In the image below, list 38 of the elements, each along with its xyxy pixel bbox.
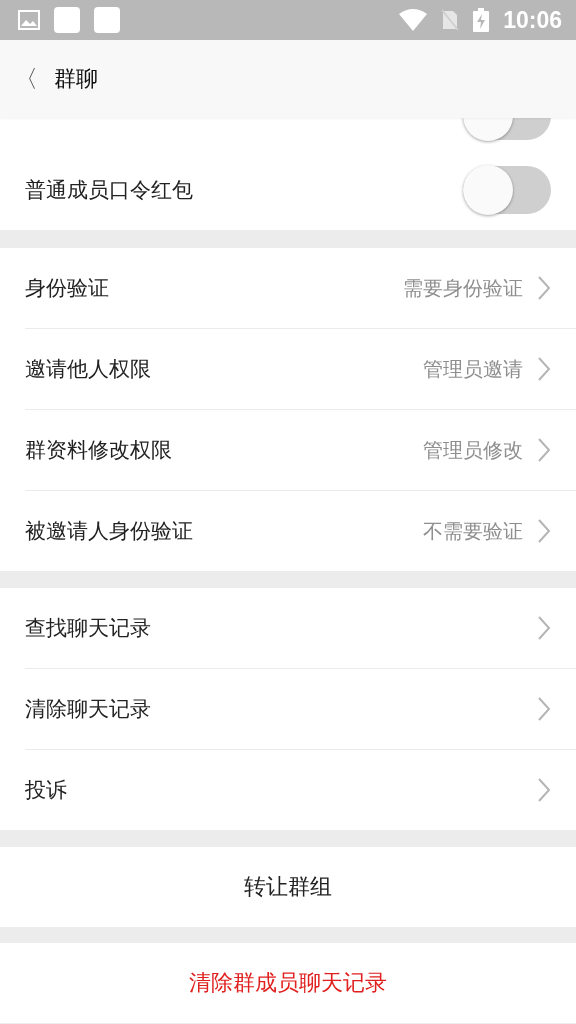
row-value: 需要身份验证 bbox=[403, 274, 523, 302]
row-label: 身份验证 bbox=[25, 275, 109, 302]
chevron-right-icon bbox=[537, 615, 551, 641]
page-title: 群聊 bbox=[54, 65, 98, 93]
action-button[interactable]: 清除群成员聊天记录 bbox=[0, 943, 576, 1023]
settings-row[interactable]: 邀请他人权限 管理员邀请 bbox=[25, 328, 576, 409]
image-icon bbox=[18, 10, 40, 30]
chevron-right-icon bbox=[537, 356, 551, 382]
settings-row[interactable]: 群资料修改权限 管理员修改 bbox=[25, 409, 576, 490]
battery-charging-icon bbox=[473, 8, 490, 32]
row-value: 管理员邀请 bbox=[423, 355, 523, 383]
settings-row[interactable]: 清除聊天记录 bbox=[25, 668, 576, 749]
chevron-right-icon bbox=[537, 275, 551, 301]
settings-row[interactable]: 被邀请人身份验证 不需要验证 bbox=[25, 490, 576, 571]
row-value: 不需要验证 bbox=[423, 517, 523, 545]
row-label: 群资料修改权限 bbox=[25, 437, 172, 464]
row-label: 被邀请人身份验证 bbox=[25, 518, 193, 545]
chevron-right-icon bbox=[537, 777, 551, 803]
row-label: 清除聊天记录 bbox=[25, 696, 151, 723]
back-button[interactable]: 〈 bbox=[6, 63, 46, 95]
notification-icon bbox=[94, 7, 120, 33]
action-button[interactable]: 转让群组 bbox=[0, 847, 576, 927]
status-time: 10:06 bbox=[503, 6, 562, 34]
notification-icon bbox=[54, 7, 80, 33]
no-sim-icon bbox=[441, 9, 460, 31]
chevron-right-icon bbox=[537, 437, 551, 463]
row-value: 管理员修改 bbox=[423, 436, 523, 464]
row-label: 邀请他人权限 bbox=[25, 356, 151, 383]
chevron-right-icon bbox=[537, 696, 551, 722]
row-label: 查找聊天记录 bbox=[25, 615, 151, 642]
row-label: 普通成员口令红包 bbox=[25, 177, 193, 204]
toggle-switch[interactable] bbox=[463, 166, 551, 214]
settings-row[interactable]: 查找聊天记录 bbox=[25, 588, 576, 668]
settings-row[interactable]: 身份验证 需要身份验证 bbox=[25, 248, 576, 328]
settings-row[interactable]: 投诉 bbox=[25, 749, 576, 830]
row-label: 投诉 bbox=[25, 777, 67, 804]
wifi-icon bbox=[399, 9, 428, 31]
chevron-right-icon bbox=[537, 518, 551, 544]
